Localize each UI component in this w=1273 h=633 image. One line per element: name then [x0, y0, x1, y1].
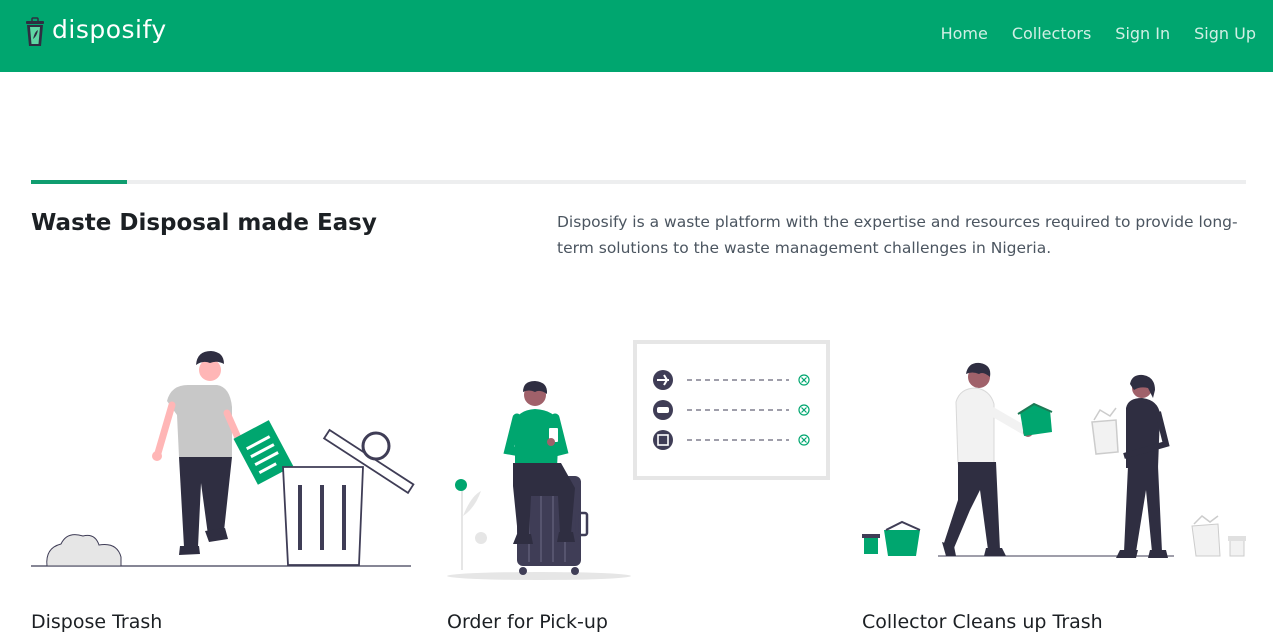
- brand-logo[interactable]: disposify: [23, 15, 167, 49]
- trash-bin-icon: [26, 17, 44, 46]
- person-throwing-trash-illustration: [31, 351, 415, 567]
- nav-collectors[interactable]: Collectors: [1012, 22, 1091, 46]
- section-divider: [31, 180, 1246, 184]
- hero-description: Disposify is a waste platform with the e…: [557, 213, 1238, 257]
- step-title-collector-cleans: Collector Cleans up Trash: [862, 611, 1103, 633]
- collector-receiving-box-illustration: [862, 362, 1246, 558]
- brand-name: disposify: [52, 15, 167, 44]
- nav-sign-up[interactable]: Sign Up: [1194, 22, 1256, 46]
- nav-home[interactable]: Home: [941, 22, 988, 46]
- hero-title: Waste Disposal made Easy: [31, 210, 377, 236]
- main-nav: Home Collectors Sign In Sign Up: [917, 22, 1256, 46]
- step-title-order-pickup: Order for Pick-up: [447, 611, 608, 633]
- navbar: disposify Home Collectors Sign In Sign U…: [0, 0, 1273, 72]
- person-on-luggage-with-phone-illustration: [447, 340, 830, 580]
- nav-sign-in[interactable]: Sign In: [1115, 22, 1170, 46]
- section-divider-accent: [31, 180, 127, 184]
- step-title-dispose: Dispose Trash: [31, 611, 163, 633]
